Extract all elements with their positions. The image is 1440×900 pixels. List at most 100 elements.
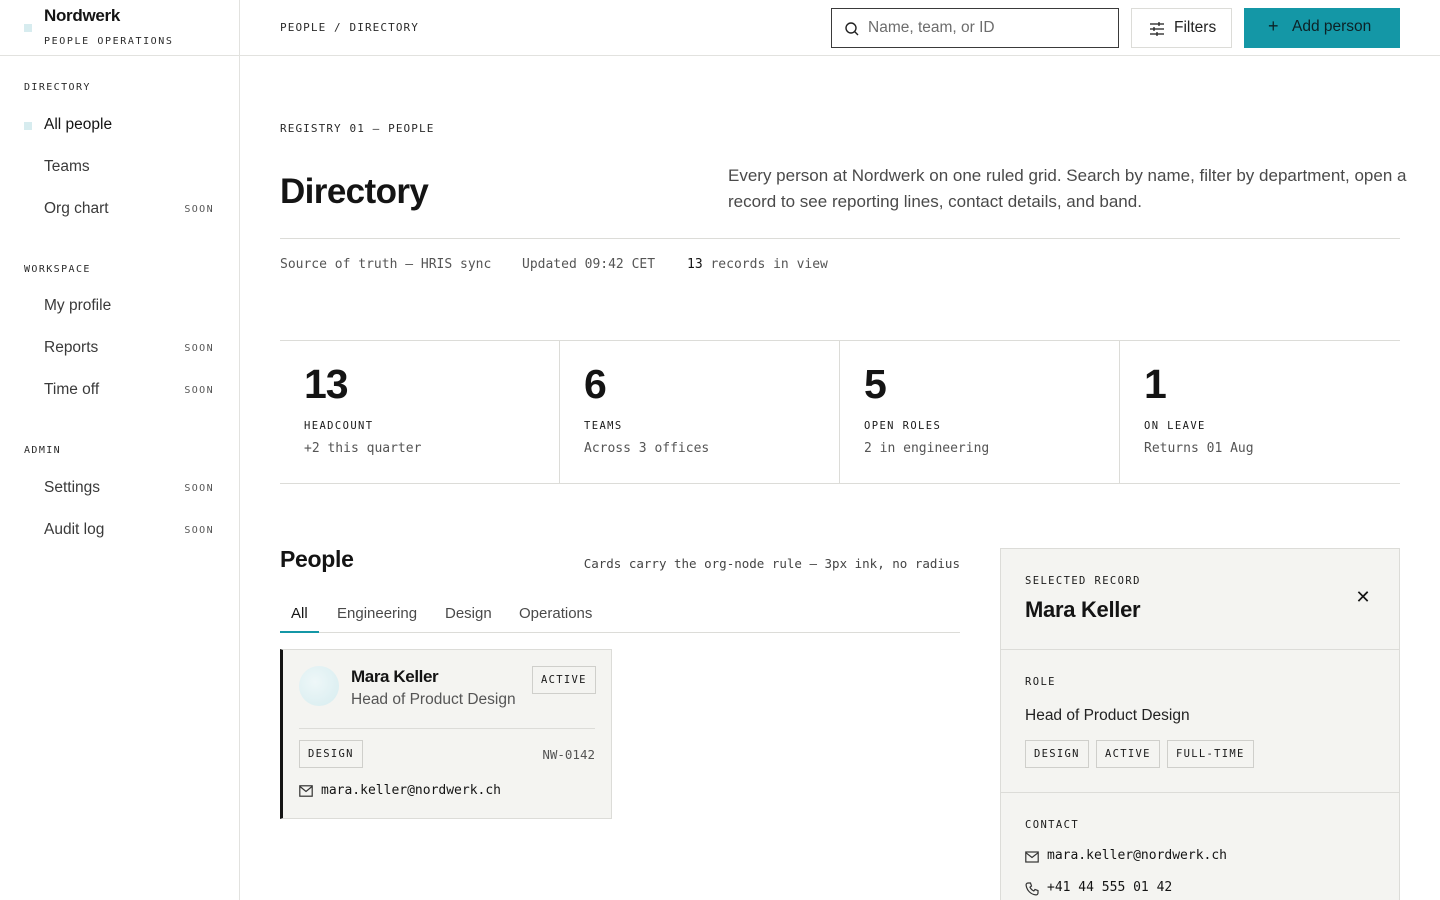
sliders-icon xyxy=(1150,22,1164,36)
meta-source: Source of truth — HRIS sync xyxy=(280,257,492,272)
person-id: NW-0142 xyxy=(542,747,595,762)
tag-badge: FULL-TIME xyxy=(1167,740,1254,768)
tab-engineering[interactable]: Engineering xyxy=(337,605,417,633)
sidebar-item-label: Teams xyxy=(44,158,90,175)
tab-all[interactable]: All xyxy=(280,605,319,633)
sidebar: Nordwerk PEOPLE OPERATIONS DIRECTORY All… xyxy=(0,0,240,900)
sidebar-item-label: Settings xyxy=(44,479,101,496)
person-name: Mara Keller xyxy=(351,667,439,686)
search-icon xyxy=(845,22,859,36)
nav-section-directory: DIRECTORY xyxy=(24,82,91,93)
active-indicator-icon xyxy=(24,122,32,130)
stat-value: 5 xyxy=(864,361,887,407)
people-section-note: Cards carry the org-node rule — 3px ink,… xyxy=(583,556,960,571)
stat-value: 6 xyxy=(584,361,607,407)
records-count: 13 xyxy=(687,257,703,272)
tag-badge: ACTIVE xyxy=(1096,740,1160,768)
soon-badge: SOON xyxy=(184,525,214,536)
brand-mark-icon xyxy=(24,24,32,32)
contact-email[interactable]: mara.keller@nordwerk.ch xyxy=(1047,848,1227,863)
divider xyxy=(280,238,1400,239)
sidebar-item-label: My profile xyxy=(44,297,112,314)
person-role: Head of Product Design xyxy=(351,691,516,708)
stat-sub: 2 in engineering xyxy=(864,441,990,456)
plus-icon: + xyxy=(1268,16,1279,36)
soon-badge: SOON xyxy=(184,343,214,354)
contact-caption: CONTACT xyxy=(1025,819,1080,831)
record-detail-panel: SELECTED RECORD Mara Keller ✕ ROLE Head … xyxy=(1000,548,1400,900)
status-badge: ACTIVE xyxy=(532,666,596,694)
sidebar-item-time-off[interactable]: Time off SOON xyxy=(0,374,239,408)
stat-headcount: 13 HEADCOUNT +2 this quarter xyxy=(280,341,560,484)
mail-icon xyxy=(1025,851,1039,863)
brand-subtitle: PEOPLE OPERATIONS xyxy=(44,36,174,47)
tab-design[interactable]: Design xyxy=(445,605,492,633)
panel-header: SELECTED RECORD Mara Keller ✕ xyxy=(1001,549,1399,650)
stat-sub: +2 this quarter xyxy=(304,441,422,456)
filters-button[interactable]: Filters xyxy=(1131,8,1232,48)
stat-label: ON LEAVE xyxy=(1144,420,1206,432)
sidebar-item-label: Reports xyxy=(44,339,99,356)
sidebar-item-label: Audit log xyxy=(44,521,105,538)
department-badge: DESIGN xyxy=(299,740,363,768)
search-box[interactable] xyxy=(831,8,1119,48)
sidebar-item-my-profile[interactable]: My profile xyxy=(0,290,239,324)
topbar: PEOPLE / DIRECTORY Filters + Add person xyxy=(240,0,1440,56)
sidebar-item-teams[interactable]: Teams xyxy=(0,151,239,185)
records-suffix: records in view xyxy=(702,257,828,272)
sidebar-item-label: Org chart xyxy=(44,200,109,217)
department-tabs: All Engineering Design Operations xyxy=(280,598,960,633)
add-person-label: Add person xyxy=(1292,18,1372,35)
sidebar-item-all-people[interactable]: All people xyxy=(0,109,239,143)
filters-label: Filters xyxy=(1174,19,1217,36)
stats-row: 13 HEADCOUNT +2 this quarter 6 TEAMS Acr… xyxy=(280,340,1400,484)
sidebar-item-org-chart[interactable]: Org chart SOON xyxy=(0,193,239,227)
panel-caption: SELECTED RECORD xyxy=(1025,575,1141,587)
soon-badge: SOON xyxy=(184,483,214,494)
panel-contact-section: CONTACT mara.keller@nordwerk.ch +41 44 5… xyxy=(1001,793,1399,900)
stat-sub: Returns 01 Aug xyxy=(1144,441,1254,456)
person-email[interactable]: mara.keller@nordwerk.ch xyxy=(321,783,501,798)
stat-sub: Across 3 offices xyxy=(584,441,710,456)
page-eyebrow: REGISTRY 01 — PEOPLE xyxy=(280,122,435,135)
card-divider xyxy=(299,728,595,729)
stat-label: TEAMS xyxy=(584,420,623,432)
sidebar-item-audit-log[interactable]: Audit log SOON xyxy=(0,514,239,548)
avatar xyxy=(299,666,339,706)
stat-open-roles: 5 OPEN ROLES 2 in engineering xyxy=(839,341,1119,484)
search-input[interactable] xyxy=(868,9,1114,46)
tab-operations[interactable]: Operations xyxy=(519,605,592,633)
sidebar-item-settings[interactable]: Settings SOON xyxy=(0,472,239,506)
person-card[interactable]: Mara Keller Head of Product Design ACTIV… xyxy=(280,649,612,819)
people-section-title: People xyxy=(280,546,354,572)
stat-teams: 6 TEAMS Across 3 offices xyxy=(559,341,839,484)
meta-records: 13 records in view xyxy=(687,257,828,272)
role-caption: ROLE xyxy=(1025,676,1056,688)
panel-person-name: Mara Keller xyxy=(1025,597,1141,622)
contact-phone[interactable]: +41 44 555 01 42 xyxy=(1047,880,1172,895)
page-intro: Every person at Nordwerk on one ruled gr… xyxy=(728,166,1407,211)
mail-icon xyxy=(299,785,313,797)
panel-role-section: ROLE Head of Product Design DESIGN ACTIV… xyxy=(1001,650,1399,793)
sidebar-item-label: Time off xyxy=(44,381,100,398)
stat-label: HEADCOUNT xyxy=(304,420,374,432)
soon-badge: SOON xyxy=(184,385,214,396)
stat-label: OPEN ROLES xyxy=(864,420,942,432)
brand[interactable]: Nordwerk PEOPLE OPERATIONS xyxy=(0,0,239,56)
page-title: Directory xyxy=(280,172,429,211)
close-icon[interactable]: ✕ xyxy=(1353,587,1373,607)
stat-value: 1 xyxy=(1144,361,1167,407)
soon-badge: SOON xyxy=(184,204,214,215)
breadcrumb: PEOPLE / DIRECTORY xyxy=(280,21,420,34)
nav-section-workspace: WORKSPACE xyxy=(24,264,91,275)
panel-role: Head of Product Design xyxy=(1025,707,1190,724)
tag-badge: DESIGN xyxy=(1025,740,1089,768)
stat-value: 13 xyxy=(304,361,349,407)
sidebar-item-label: All people xyxy=(44,116,113,133)
nav-section-admin: ADMIN xyxy=(24,445,62,456)
brand-name: Nordwerk xyxy=(44,6,121,25)
add-person-button[interactable]: + Add person xyxy=(1244,8,1400,48)
phone-icon xyxy=(1025,882,1039,896)
sidebar-item-reports[interactable]: Reports SOON xyxy=(0,332,239,366)
stat-on-leave: 1 ON LEAVE Returns 01 Aug xyxy=(1119,341,1399,484)
